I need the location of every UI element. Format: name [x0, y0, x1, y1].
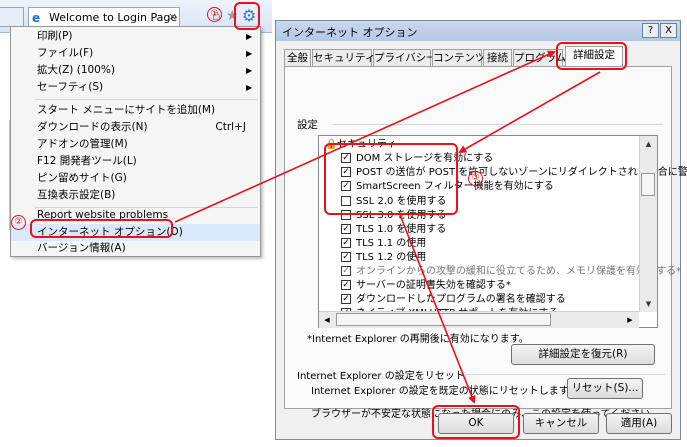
apply-button[interactable]: 適用(A) [606, 413, 672, 434]
advanced-tab-panel: 設定 🔒 セキュリティ ✓ DOM ストレージを有効にする ✓ POST の送信… [284, 66, 687, 420]
menu-item-label: 互換表示設定(B) [37, 189, 116, 201]
menu-item-label: セーフティ(S) [37, 81, 104, 93]
previous-tab[interactable] [0, 7, 24, 27]
menu-item-file[interactable]: ファイル(F) ▶ [11, 45, 260, 62]
browser-tab[interactable]: e Welcome to Login Page × [28, 7, 180, 27]
reset-group-label: Internet Explorer の設定をリセット [297, 371, 465, 382]
tab-title: Welcome to Login Page [49, 11, 178, 24]
menu-item-downloads[interactable]: ダウンロードの表示(N) Ctrl+J [11, 119, 260, 136]
menu-item-label: F12 開発者ツール(L) [37, 155, 137, 167]
tab-security[interactable]: セキュリティ [312, 49, 375, 66]
scroll-left-icon[interactable]: ◀ [319, 312, 335, 328]
tab-content[interactable]: コンテンツ [432, 49, 486, 66]
menu-item-safety[interactable]: セーフティ(S) ▶ [11, 79, 260, 96]
annotation-box-ok [432, 405, 520, 439]
tab-privacy[interactable]: プライバシー [373, 49, 437, 66]
help-button[interactable]: ? [642, 23, 659, 38]
step-1-marker: ① [207, 7, 222, 22]
dialog-titlebar[interactable]: インターネット オプション ? X [276, 21, 680, 41]
page-edge [0, 120, 10, 230]
checkbox-checked[interactable]: ✓ [341, 238, 351, 248]
menu-item-label: バージョン情報(A) [37, 242, 126, 254]
ie-logo-icon: e [32, 11, 41, 25]
menu-item-compat-view[interactable]: 互換表示設定(B) [11, 187, 260, 204]
cancel-button[interactable]: キャンセル [523, 413, 599, 434]
scroll-up-icon[interactable]: ▲ [640, 136, 657, 152]
menu-item-label: ダウンロードの表示(N) [37, 121, 148, 133]
scroll-down-icon[interactable]: ▼ [640, 296, 657, 312]
submenu-arrow-icon: ▶ [246, 32, 253, 41]
group-divider [465, 374, 665, 375]
reset-button[interactable]: リセット(S)... [567, 378, 643, 399]
restart-note: *Internet Explorer の再開後に有効になります。 [307, 334, 529, 345]
menu-item-about[interactable]: バージョン情報(A) [11, 240, 260, 257]
scroll-thumb[interactable] [641, 173, 655, 196]
menu-item-add-to-start[interactable]: スタート メニューにサイトを追加(M) [11, 102, 260, 119]
restore-advanced-button[interactable]: 詳細設定を復元(R) [511, 344, 655, 365]
menu-item-label: ファイル(F) [37, 47, 94, 59]
settings-label: 設定 [297, 119, 318, 131]
menu-shortcut: Ctrl+J [215, 121, 246, 133]
checkbox-checked[interactable]: ✓ [341, 294, 351, 304]
list-item-label: サーバーの証明書失効を確認する* [356, 280, 511, 291]
checkbox-checked[interactable]: ✓ [341, 224, 351, 234]
checkbox-checked[interactable]: ✓ [341, 280, 351, 290]
vertical-scrollbar[interactable]: ▲ ▼ [639, 136, 657, 312]
annotation-box-internet-options [30, 219, 173, 238]
list-item-label: ダウンロードしたプログラムの署名を確認する [356, 294, 566, 305]
submenu-arrow-icon: ▶ [246, 83, 253, 92]
menu-item-pinned-sites[interactable]: ピン留めサイト(G) [11, 170, 260, 187]
horizontal-scrollbar[interactable]: ◀ ▶ [319, 311, 639, 328]
dialog-title: インターネット オプション [282, 26, 418, 39]
menu-item-label: 拡大(Z) (100%) [37, 64, 115, 76]
menu-item-addons[interactable]: アドオンの管理(M) [11, 136, 260, 153]
submenu-arrow-icon: ▶ [246, 66, 253, 75]
menu-item-label: 印刷(P) [37, 30, 73, 42]
step-2-marker: ② [11, 215, 26, 230]
step-3-marker: ③ [468, 171, 483, 186]
menu-item-label: ピン留めサイト(G) [37, 172, 127, 184]
internet-options-dialog: インターネット オプション ? X 全般 セキュリティ プライバシー コンテンツ… [275, 20, 687, 440]
scroll-right-icon[interactable]: ▶ [622, 312, 638, 328]
close-button[interactable]: X [660, 23, 677, 38]
menu-item-label: スタート メニューにサイトを追加(M) [37, 104, 216, 116]
checkbox-checked[interactable]: ✓ [341, 266, 351, 276]
annotation-box-tls-settings [324, 143, 458, 215]
checkbox-checked[interactable]: ✓ [341, 252, 351, 262]
menu-item-zoom[interactable]: 拡大(Z) (100%) ▶ [11, 62, 260, 79]
scroll-thumb[interactable] [336, 313, 551, 326]
tab-close-icon[interactable]: × [168, 10, 177, 23]
tab-general[interactable]: 全般 [284, 49, 311, 66]
list-item-label: オンラインからの攻撃の緩和に役立てるため、メモリ保護を有効にする* [356, 266, 682, 277]
menu-separator [35, 99, 257, 100]
annotation-box-gear [234, 2, 260, 30]
annotation-box-advanced-tab [556, 42, 627, 70]
reset-description: Internet Explorer の設定を既定の状態にリセットします。 [311, 386, 578, 397]
list-item-label: TLS 1.0 を使用する [356, 224, 447, 235]
menu-item-print[interactable]: 印刷(P) ▶ [11, 28, 260, 45]
tab-connections[interactable]: 接続 [483, 49, 512, 66]
list-item-label: TLS 1.2 の使用 [356, 252, 427, 263]
list-item-label: TLS 1.1 の使用 [356, 238, 427, 249]
menu-item-label: アドオンの管理(M) [37, 138, 128, 150]
group-divider [333, 124, 663, 125]
submenu-arrow-icon: ▶ [246, 49, 253, 58]
menu-item-devtools[interactable]: F12 開発者ツール(L) [11, 153, 260, 170]
